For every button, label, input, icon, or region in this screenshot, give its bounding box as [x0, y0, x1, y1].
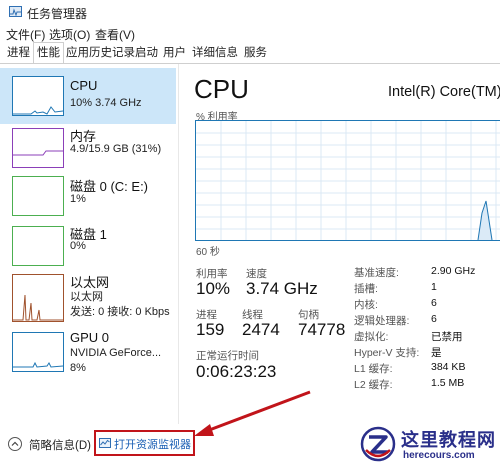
open-resource-monitor-link[interactable]: 打开资源监视器 — [94, 430, 195, 456]
spec-label: 插槽: — [354, 283, 378, 295]
tab-processes[interactable]: 进程 — [4, 44, 33, 62]
sidebar-item-disk-0[interactable]: 磁盘 0 (C: E:) 1% — [0, 172, 176, 224]
spec-value: 6 — [431, 297, 437, 309]
sidebar-item-gpu-0[interactable]: GPU 0 NVIDIA GeForce... 8% — [0, 328, 176, 386]
ethernet-thumbnail — [12, 274, 64, 322]
sidebar-item-subtitle: 以太网 — [70, 291, 103, 303]
sidebar-item-subtitle-2: 发送: 0 接收: 0 Kbps — [70, 306, 170, 318]
cpu-thumbnail — [12, 76, 64, 116]
spec-label: 内核: — [354, 299, 378, 311]
sidebar-divider — [178, 64, 179, 424]
menu-file[interactable]: 文件(F) — [6, 26, 45, 43]
spec-value: 已禁用 — [431, 331, 463, 343]
spec-label: 基准速度: — [354, 267, 399, 279]
sidebar-item-subtitle: 4.9/15.9 GB (31%) — [70, 143, 162, 155]
site-watermark: 这里教程网 herecours.com — [358, 424, 500, 465]
cpu-utilization-graph — [195, 120, 500, 241]
threads-value: 2474 — [242, 320, 280, 339]
uptime-value: 0:06:23:23 — [196, 362, 277, 381]
spec-label: 逻辑处理器: — [354, 315, 410, 327]
resource-monitor-icon — [99, 438, 111, 448]
sidebar-item-title: CPU — [70, 78, 98, 93]
sidebar-item-subtitle: NVIDIA GeForce... — [70, 347, 162, 359]
title-bar: 任务管理器 — [0, 0, 500, 24]
utilization-value: 10% — [196, 279, 231, 298]
annotation-arrow — [194, 390, 311, 436]
window-title: 任务管理器 — [27, 7, 88, 21]
tab-details[interactable]: 详细信息 — [189, 44, 241, 62]
page-title: CPU — [194, 74, 249, 104]
collapse-details-button[interactable] — [8, 437, 22, 451]
processes-value: 159 — [196, 320, 225, 339]
tab-app-history[interactable]: 应用历史记录 — [63, 44, 138, 62]
uptime-label: 正常运行时间 — [196, 350, 259, 362]
resource-sidebar: CPU 10% 3.74 GHz 内存 4.9/15.9 GB (31%) 磁盘… — [0, 64, 178, 424]
handles-value: 74778 — [298, 320, 346, 339]
watermark-site-url: herecours.com — [403, 450, 475, 461]
tab-bar: 进程 性能 应用历史记录 启动 用户 详细信息 服务 — [0, 42, 500, 64]
tab-startup[interactable]: 启动 — [132, 44, 161, 62]
spec-value: 2.90 GHz — [431, 265, 476, 277]
spec-value: 1 — [431, 281, 437, 293]
menu-bar: 文件(F) 选项(O) 查看(V) — [0, 24, 500, 42]
sidebar-item-memory[interactable]: 内存 4.9/15.9 GB (31%) — [0, 124, 176, 174]
sidebar-item-disk-1[interactable]: 磁盘 1 0% — [0, 222, 176, 274]
site-logo-icon — [360, 426, 396, 462]
fewer-details-link[interactable]: 简略信息(D) — [29, 437, 91, 453]
spec-value: 1.5 MB — [431, 377, 465, 389]
memory-thumbnail — [12, 128, 64, 168]
watermark-site-name: 这里教程网 — [401, 430, 496, 450]
disk-0-thumbnail — [12, 176, 64, 216]
tab-users[interactable]: 用户 — [160, 44, 189, 62]
sidebar-item-subtitle: 0% — [70, 240, 86, 252]
spec-value: 6 — [431, 313, 437, 325]
spec-value: 是 — [431, 347, 442, 359]
open-resource-monitor-label: 打开资源监视器 — [114, 439, 191, 451]
sidebar-item-subtitle-2: 8% — [70, 362, 86, 374]
speed-value: 3.74 GHz — [246, 279, 318, 298]
sidebar-item-subtitle: 10% 3.74 GHz — [70, 97, 142, 109]
sidebar-item-ethernet[interactable]: 以太网 以太网 发送: 0 接收: 0 Kbps — [0, 270, 176, 328]
tab-services[interactable]: 服务 — [241, 44, 270, 62]
spec-label: L1 缓存: — [354, 363, 393, 375]
sidebar-item-title: GPU 0 — [70, 330, 110, 345]
gpu-thumbnail — [12, 332, 64, 372]
menu-options[interactable]: 选项(O) — [49, 26, 90, 43]
spec-label: L2 缓存: — [354, 379, 393, 391]
chevron-up-icon — [11, 441, 19, 446]
spec-value: 384 KB — [431, 361, 466, 373]
spec-label: 虚拟化: — [354, 331, 389, 343]
cpu-model-name: Intel(R) Core(TM) i — [388, 84, 500, 100]
task-manager-icon — [9, 6, 22, 17]
spec-label: Hyper-V 支持: — [354, 347, 420, 359]
disk-1-thumbnail — [12, 226, 64, 266]
menu-view[interactable]: 查看(V) — [95, 26, 135, 43]
sidebar-item-subtitle: 1% — [70, 193, 86, 205]
time-window-label: 60 秒 — [196, 247, 220, 258]
tab-performance[interactable]: 性能 — [33, 42, 64, 63]
sidebar-item-cpu[interactable]: CPU 10% 3.74 GHz — [0, 68, 176, 124]
